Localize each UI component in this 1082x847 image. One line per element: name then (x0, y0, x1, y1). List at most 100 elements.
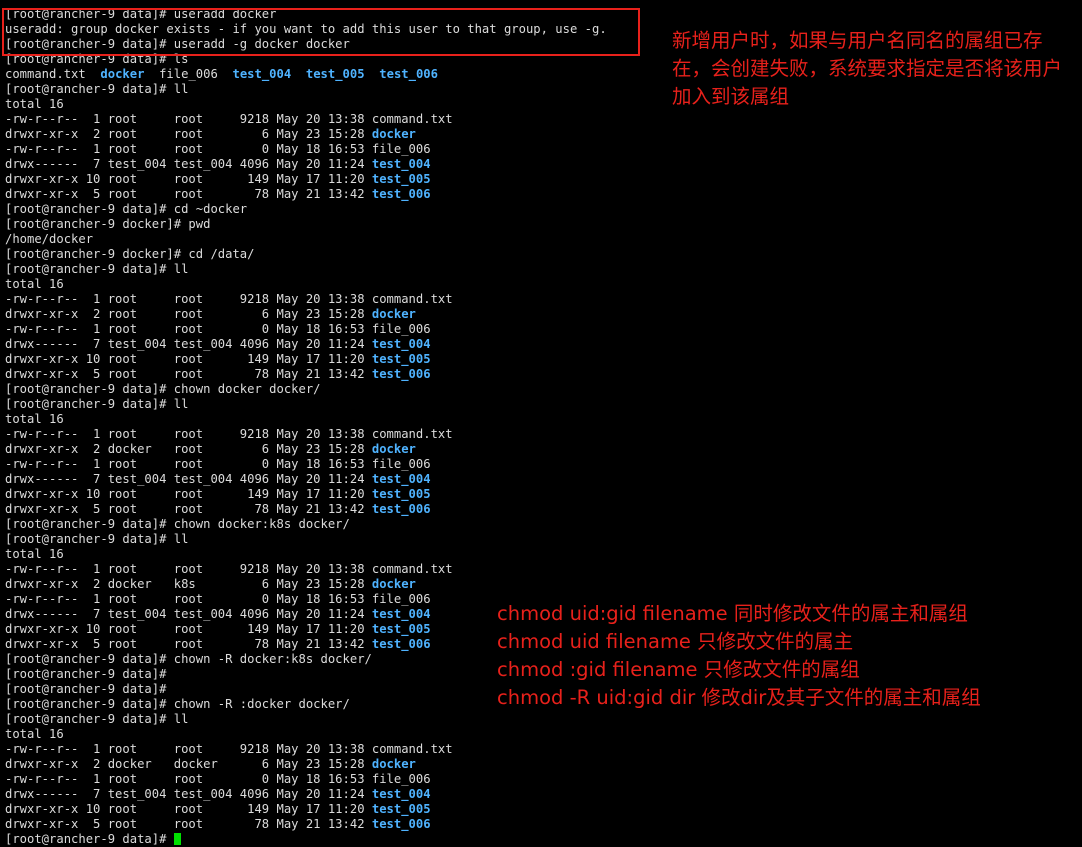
terminal-text: -rw-r--r-- 1 root root 9218 May 20 13:38… (5, 742, 453, 756)
terminal-line: -rw-r--r-- 1 root root 0 May 18 16:53 fi… (5, 142, 1075, 157)
terminal-text: drwxr-xr-x 2 docker root 6 May 23 15:28 (5, 442, 372, 456)
terminal-line: total 16 (5, 547, 1075, 562)
terminal-text: total 16 (5, 277, 64, 291)
terminal-text: -rw-r--r-- 1 root root 0 May 18 16:53 fi… (5, 592, 431, 606)
terminal-text: [root@rancher-9 data]# chown docker dock… (5, 382, 321, 396)
directory-name: test_006 (371, 187, 431, 201)
terminal-text: [root@rancher-9 data]# cd ~docker (5, 202, 248, 216)
terminal-text: [root@rancher-9 data]# ll (5, 532, 189, 546)
terminal-line: total 16 (5, 727, 1075, 742)
terminal-line: -rw-r--r-- 1 root root 9218 May 20 13:38… (5, 427, 1075, 442)
terminal-text: -rw-r--r-- 1 root root 9218 May 20 13:38… (5, 427, 453, 441)
directory-name: test_004 (371, 157, 431, 171)
terminal-text: drwxr-xr-x 2 root root 6 May 23 15:28 (5, 127, 372, 141)
terminal-text: [root@rancher-9 data]# chown -R :docker … (5, 697, 350, 711)
terminal-line: -rw-r--r-- 1 root root 0 May 18 16:53 fi… (5, 457, 1075, 472)
annotation-useradd-note: 新增用户时，如果与用户名同名的属组已存在，会创建失败，系统要求指定是否将该用户加… (672, 29, 1063, 108)
directory-name: test_005 (371, 802, 431, 816)
terminal-line: drwxr-xr-x 2 docker k8s 6 May 23 15:28 d… (5, 577, 1075, 592)
terminal-line: [root@rancher-9 data]# chown docker:k8s … (5, 517, 1075, 532)
directory-name: docker (371, 757, 416, 771)
directory-name: test_006 (371, 817, 431, 831)
terminal-text: -rw-r--r-- 1 root root 9218 May 20 13:38… (5, 112, 453, 126)
directory-name: test_004 (232, 67, 292, 81)
terminal-text: [root@rancher-9 data]# ll (5, 712, 189, 726)
terminal-text: file_006 (144, 67, 233, 81)
terminal-cursor (173, 833, 181, 845)
terminal-line: [root@rancher-9 data]# ll (5, 712, 1075, 727)
terminal-text: drwxr-xr-x 2 docker docker 6 May 23 15:2… (5, 757, 372, 771)
directory-name: test_005 (371, 352, 431, 366)
terminal-text: drwxr-xr-x 5 root root 78 May 21 13:42 (5, 817, 372, 831)
terminal-text: -rw-r--r-- 1 root root 0 May 18 16:53 fi… (5, 142, 431, 156)
annotation-line: chmod uid:gid filename 同时修改文件的属主和属组 (497, 602, 968, 625)
directory-name: test_005 (305, 67, 365, 81)
terminal-line: drwxr-xr-x 5 root root 78 May 21 13:42 t… (5, 817, 1075, 832)
terminal-line: drwxr-xr-x 2 root root 6 May 23 15:28 do… (5, 307, 1075, 322)
terminal-line: drwxr-xr-x 5 root root 78 May 21 13:42 t… (5, 367, 1075, 382)
terminal-text: -rw-r--r-- 1 root root 9218 May 20 13:38… (5, 562, 453, 576)
terminal-line: drwxr-xr-x 10 root root 149 May 17 11:20… (5, 487, 1075, 502)
directory-name: docker (100, 67, 145, 81)
terminal-line: drwxr-xr-x 5 root root 78 May 21 13:42 t… (5, 502, 1075, 517)
terminal-text: drwxr-xr-x 5 root root 78 May 21 13:42 (5, 187, 372, 201)
terminal-text: -rw-r--r-- 1 root root 0 May 18 16:53 fi… (5, 457, 431, 471)
terminal-text: -rw-r--r-- 1 root root 0 May 18 16:53 fi… (5, 322, 431, 336)
terminal-text: command.txt (5, 67, 101, 81)
annotation-line: chmod uid filename 只修改文件的属主 (497, 630, 854, 653)
terminal-text: [root@rancher-9 data]# (5, 832, 174, 846)
directory-name: test_006 (379, 67, 438, 81)
terminal-line: drwxr-xr-x 5 root root 78 May 21 13:42 t… (5, 187, 1075, 202)
terminal-line: drwxr-xr-x 10 root root 149 May 17 11:20… (5, 352, 1075, 367)
directory-name: docker (371, 127, 416, 141)
terminal-text: drwx------ 7 test_004 test_004 4096 May … (5, 607, 372, 621)
directory-name: test_004 (371, 787, 431, 801)
terminal-text: drwxr-xr-x 10 root root 149 May 17 11:20 (5, 352, 372, 366)
directory-name: test_005 (371, 487, 431, 501)
terminal-text: [root@rancher-9 data]# ll (5, 262, 189, 276)
terminal-text: drwx------ 7 test_004 test_004 4096 May … (5, 337, 372, 351)
directory-name: test_004 (371, 472, 431, 486)
terminal-line: [root@rancher-9 data]# ll (5, 262, 1075, 277)
directory-name: docker (371, 577, 416, 591)
terminal-line: -rw-r--r-- 1 root root 0 May 18 16:53 fi… (5, 772, 1075, 787)
annotation-chown-notes: chmod uid:gid filename 同时修改文件的属主和属组 chmo… (497, 600, 981, 712)
terminal-line: [root@rancher-9 data]# cd ~docker (5, 202, 1075, 217)
directory-name: test_006 (371, 637, 431, 651)
terminal-text: drwxr-xr-x 2 root root 6 May 23 15:28 (5, 307, 372, 321)
terminal-text: [root@rancher-9 docker]# cd /data/ (5, 247, 255, 261)
terminal-text: [root@rancher-9 docker]# pwd (5, 217, 211, 231)
terminal-line: [root@rancher-9 data]# ll (5, 532, 1075, 547)
terminal-line: drwxr-xr-x 2 root root 6 May 23 15:28 do… (5, 127, 1075, 142)
terminal-line: drwxr-xr-x 10 root root 149 May 17 11:20… (5, 802, 1075, 817)
terminal-text: drwx------ 7 test_004 test_004 4096 May … (5, 472, 372, 486)
terminal-text: total 16 (5, 97, 64, 111)
terminal-text: [root@rancher-9 data]# chown -R docker:k… (5, 652, 372, 666)
terminal-line: [root@rancher-9 data]# chown docker dock… (5, 382, 1075, 397)
terminal-text: -rw-r--r-- 1 root root 0 May 18 16:53 fi… (5, 772, 431, 786)
highlight-box (2, 8, 640, 56)
terminal-text: [root@rancher-9 data]# ll (5, 82, 189, 96)
terminal-text: drwxr-xr-x 10 root root 149 May 17 11:20 (5, 487, 372, 501)
terminal-text: [root@rancher-9 data]# ll (5, 397, 189, 411)
terminal-text: drwxr-xr-x 5 root root 78 May 21 13:42 (5, 502, 372, 516)
terminal-text: total 16 (5, 547, 64, 561)
directory-name: test_006 (371, 367, 431, 381)
terminal-line: -rw-r--r-- 1 root root 9218 May 20 13:38… (5, 112, 1075, 127)
terminal-text: drwx------ 7 test_004 test_004 4096 May … (5, 157, 372, 171)
terminal-text: [root@rancher-9 data]# (5, 667, 167, 681)
terminal-line: drwxr-xr-x 2 docker docker 6 May 23 15:2… (5, 757, 1075, 772)
annotation-line: chmod :gid filename 只修改文件的属组 (497, 658, 860, 681)
terminal-text: [root@rancher-9 data]# chown docker:k8s … (5, 517, 350, 531)
terminal-line: total 16 (5, 277, 1075, 292)
terminal-text: -rw-r--r-- 1 root root 9218 May 20 13:38… (5, 292, 453, 306)
terminal-text: drwxr-xr-x 10 root root 149 May 17 11:20 (5, 802, 372, 816)
terminal-text: total 16 (5, 727, 64, 741)
terminal-window[interactable]: [root@rancher-9 data]# useradd docker use… (5, 7, 1075, 846)
terminal-line: [root@rancher-9 docker]# cd /data/ (5, 247, 1075, 262)
terminal-text: drwxr-xr-x 5 root root 78 May 21 13:42 (5, 367, 372, 381)
directory-name: test_004 (371, 337, 431, 351)
terminal-line: drwx------ 7 test_004 test_004 4096 May … (5, 337, 1075, 352)
annotation-line: chmod -R uid:gid dir 修改dir及其子文件的属主和属组 (497, 686, 981, 709)
